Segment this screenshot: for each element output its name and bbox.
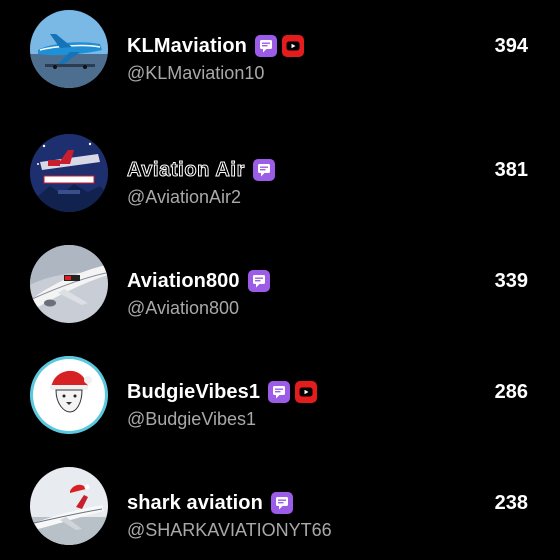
display-name: Aviation800: [127, 269, 240, 292]
user-handle: @AviationAir2: [127, 187, 241, 207]
member-badge-icon: [248, 270, 270, 292]
leaderboard-row[interactable]: shark aviation @SHARKAVIATIONYT66 238: [0, 466, 560, 546]
display-name: Aviation Air: [127, 158, 245, 181]
avatar[interactable]: [30, 10, 108, 88]
display-name: shark aviation: [127, 491, 263, 514]
member-badge-icon: [271, 492, 293, 514]
score-value: 238: [494, 492, 528, 514]
youtube-badge-icon: [282, 35, 304, 57]
avatar[interactable]: [30, 467, 108, 545]
score-value: 286: [494, 381, 528, 403]
leaderboard-row[interactable]: KLMaviation @KLMaviation10 394: [0, 9, 560, 89]
member-badge-icon: [253, 159, 275, 181]
score-value: 381: [494, 159, 528, 181]
leaderboard-row[interactable]: Aviation Air @AviationAir2 381: [0, 133, 560, 213]
score-value: 394: [494, 35, 528, 57]
leaderboard-row[interactable]: Aviation800 @Aviation800 339: [0, 244, 560, 324]
avatar[interactable]: [30, 356, 108, 434]
display-name: BudgieVibes1: [127, 380, 261, 403]
user-handle: @BudgieVibes1: [127, 409, 257, 429]
youtube-badge-icon: [295, 381, 317, 403]
user-handle: @SHARKAVIATIONYT66: [127, 520, 332, 540]
leaderboard-list: KLMaviation @KLMaviation10 394 Aviation …: [0, 0, 560, 560]
avatar[interactable]: [30, 245, 108, 323]
display-name: KLMaviation: [127, 34, 247, 57]
avatar[interactable]: [30, 134, 108, 212]
score-value: 339: [494, 270, 528, 292]
member-badge-icon: [268, 381, 290, 403]
user-handle: @Aviation800: [127, 298, 240, 318]
user-handle: @KLMaviation10: [127, 63, 265, 83]
member-badge-icon: [255, 35, 277, 57]
leaderboard-row[interactable]: BudgieVibes1 @BudgieVibes1 286: [0, 355, 560, 435]
